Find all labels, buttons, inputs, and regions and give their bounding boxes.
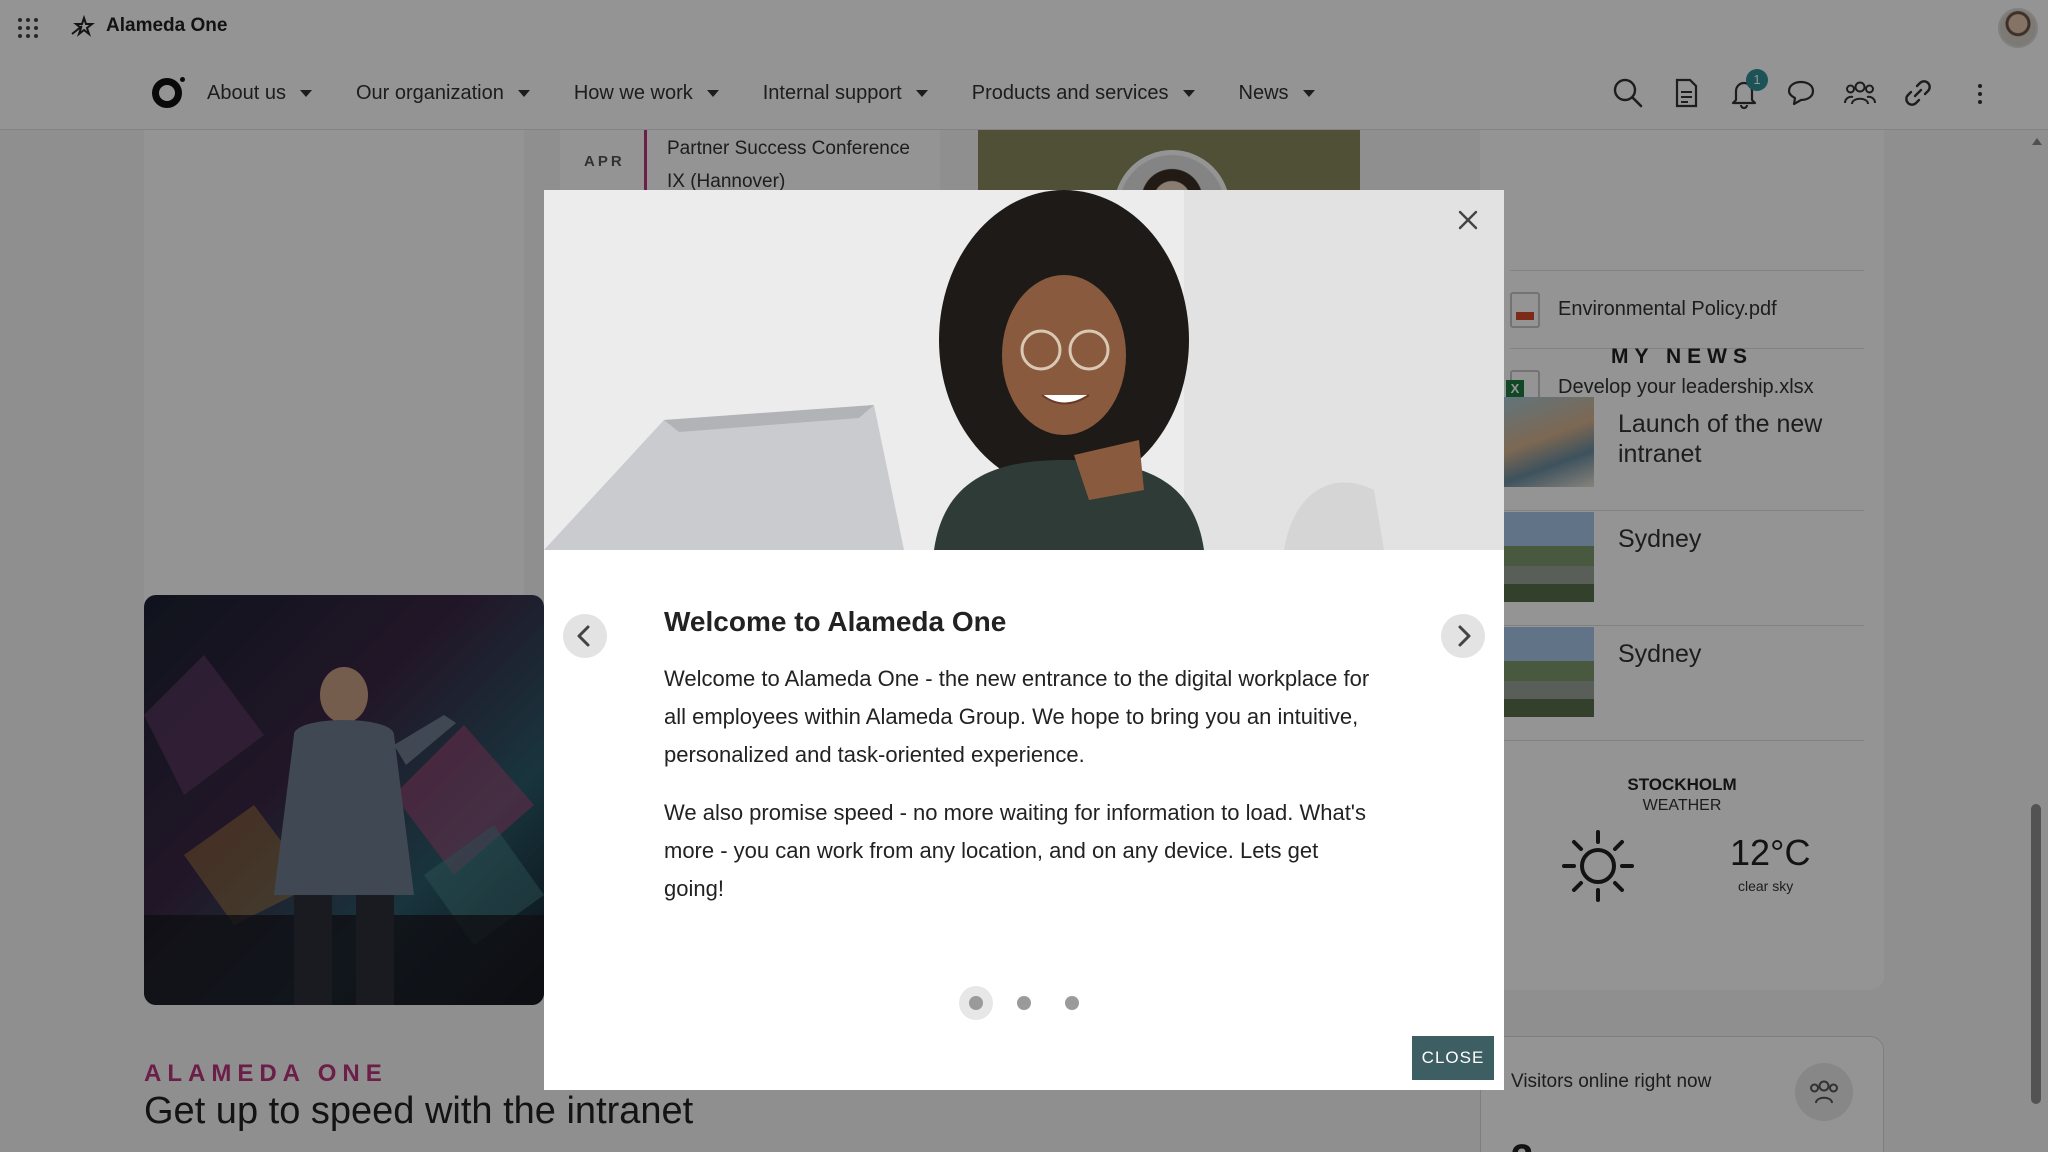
hero-illustration xyxy=(544,190,1504,550)
modal-title: Welcome to Alameda One xyxy=(664,606,1007,637)
slide-indicators xyxy=(544,986,1504,1020)
welcome-modal: Welcome to Alameda One Welcome to Alamed… xyxy=(544,190,1504,1090)
close-x-icon[interactable] xyxy=(1450,202,1486,238)
modal-hero-image xyxy=(544,190,1504,550)
modal-paragraph: We also promise speed - no more waiting … xyxy=(664,800,1367,901)
next-slide-button[interactable] xyxy=(1441,614,1485,658)
close-button[interactable]: CLOSE xyxy=(1412,1036,1494,1080)
modal-paragraph: Welcome to Alameda One - the new entranc… xyxy=(664,666,1370,767)
slide-dot[interactable] xyxy=(1007,986,1041,1020)
chevron-right-icon xyxy=(1458,625,1471,647)
previous-slide-button[interactable] xyxy=(563,614,607,658)
slide-dot[interactable] xyxy=(1055,986,1089,1020)
modal-body: Welcome to Alameda One - the new entranc… xyxy=(664,660,1384,928)
slide-dot[interactable] xyxy=(959,986,993,1020)
chevron-left-icon xyxy=(577,625,590,647)
